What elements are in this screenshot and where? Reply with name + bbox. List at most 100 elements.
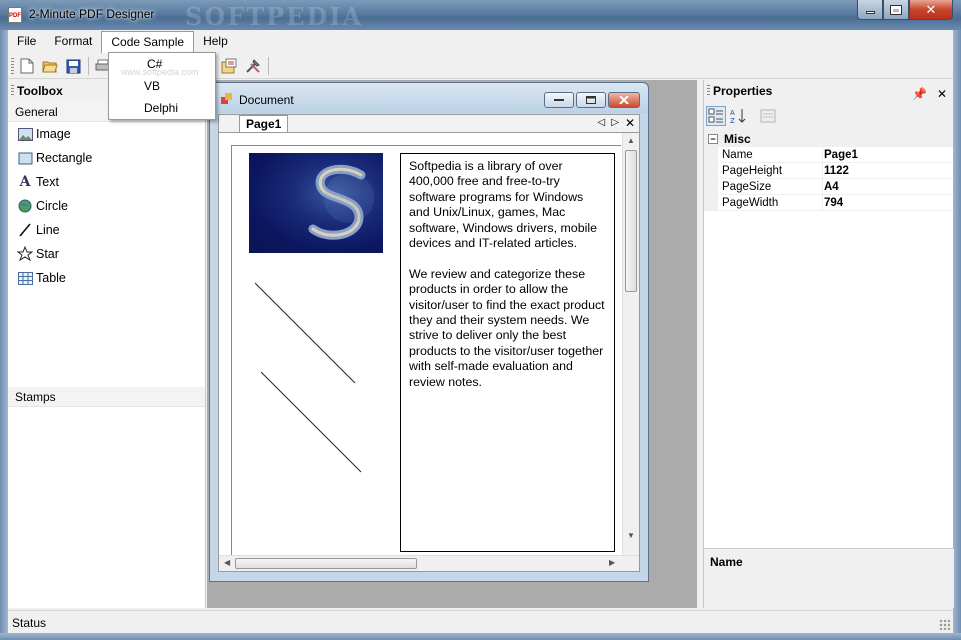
scroll-down-icon[interactable]: ▼ (627, 531, 635, 540)
tool-label: Text (36, 175, 59, 189)
window-frame-right (953, 30, 961, 640)
dropdown-item-delphi[interactable]: Delphi (144, 101, 178, 115)
tool-star[interactable]: Star (8, 242, 205, 266)
property-description-pane: Name (704, 548, 954, 608)
document-maximize-button[interactable] (576, 92, 606, 108)
panel-grip[interactable] (11, 85, 14, 97)
category-misc[interactable]: − Misc (704, 130, 953, 147)
property-value[interactable]: A4 (823, 179, 839, 194)
close-button[interactable]: ✕ (909, 0, 953, 20)
property-row-name[interactable]: Name Page1 (704, 147, 953, 163)
tools-button[interactable] (244, 57, 262, 75)
export-pdf-icon (221, 58, 237, 74)
save-icon (66, 59, 80, 73)
toolbar-separator (268, 57, 269, 75)
tool-line[interactable]: Line (8, 218, 205, 242)
pdf-page[interactable]: Softpedia is a library of over 400,000 f… (231, 145, 621, 557)
maximize-icon (586, 96, 596, 104)
page-tabstrip: Page1 ◁ ▷ ✕ (218, 114, 640, 132)
text-paragraph: We review and categorize these products … (409, 266, 605, 389)
collapse-icon[interactable]: − (708, 133, 718, 144)
window-title: 2-Minute PDF Designer (29, 7, 155, 21)
image-icon (17, 126, 33, 142)
sort-alpha-icon: AZ (730, 109, 746, 125)
export-button[interactable] (220, 57, 238, 75)
toolbox-title: Toolbox (17, 84, 63, 98)
minimize-icon (554, 99, 564, 101)
resize-grip-icon[interactable] (939, 619, 950, 630)
property-name: PageSize (704, 179, 823, 194)
document-title-bar[interactable]: Document (210, 83, 648, 113)
new-button[interactable] (18, 57, 36, 75)
toolbar-grip[interactable] (11, 58, 14, 74)
tool-label: Star (36, 247, 59, 261)
table-icon (17, 270, 33, 286)
window-frame-left (0, 30, 8, 640)
document-title: Document (239, 93, 294, 107)
tool-label: Image (36, 127, 71, 141)
design-canvas[interactable]: Softpedia is a library of over 400,000 f… (218, 132, 640, 572)
tool-table[interactable]: Table (8, 266, 205, 290)
minimize-button[interactable] (857, 0, 883, 20)
scroll-right-icon[interactable]: ▶ (609, 558, 615, 567)
text-paragraph: Softpedia is a library of over 400,000 f… (409, 159, 597, 251)
horizontal-scroll-thumb[interactable] (235, 558, 417, 569)
property-value[interactable]: 794 (823, 195, 843, 210)
tab-close-icon[interactable]: ✕ (625, 116, 635, 130)
dropdown-item-csharp[interactable]: C# (147, 57, 162, 71)
vertical-scrollbar[interactable]: ▲ ▼ (622, 133, 639, 556)
menu-code-sample[interactable]: Code Sample (101, 31, 195, 53)
open-button[interactable] (41, 57, 59, 75)
alphabetical-button[interactable]: AZ (729, 106, 749, 126)
svg-text:Z: Z (730, 117, 735, 125)
toolbar-separator (88, 57, 89, 75)
dropdown-item-vb[interactable]: VB (144, 79, 160, 93)
property-row-pageheight[interactable]: PageHeight 1122 (704, 163, 953, 179)
page-image[interactable] (249, 153, 383, 253)
horizontal-scrollbar[interactable]: ◀ ▶ (219, 555, 639, 571)
maximize-icon (890, 4, 902, 15)
tool-text[interactable]: A Text (8, 170, 205, 194)
property-value[interactable]: 1122 (823, 163, 849, 178)
description-title: Name (710, 555, 743, 569)
menu-format[interactable]: Format (45, 31, 101, 52)
status-text: Status (12, 616, 47, 630)
property-value[interactable]: Page1 (823, 147, 858, 162)
document-icon (221, 93, 233, 108)
close-icon: ✕ (925, 1, 937, 17)
circle-icon (17, 198, 33, 214)
vertical-scroll-thumb[interactable] (625, 150, 637, 292)
close-icon (619, 96, 629, 104)
page-text-box[interactable]: Softpedia is a library of over 400,000 f… (400, 153, 615, 552)
document-close-button[interactable] (608, 92, 640, 108)
save-button[interactable] (64, 57, 82, 75)
property-pages-button[interactable] (758, 106, 778, 126)
tab-next-icon[interactable]: ▷ (611, 116, 619, 130)
document-minimize-button[interactable] (544, 92, 574, 108)
scroll-left-icon[interactable]: ◀ (224, 558, 230, 567)
menu-file[interactable]: File (8, 31, 45, 52)
property-name: Name (704, 147, 823, 162)
scroll-up-icon[interactable]: ▲ (627, 136, 635, 145)
maximize-button[interactable] (883, 0, 909, 20)
properties-title: Properties (713, 84, 773, 98)
tab-page1[interactable]: Page1 (239, 115, 289, 132)
svg-text:A: A (730, 109, 735, 117)
property-row-pagesize[interactable]: PageSize A4 (704, 179, 953, 195)
menu-help[interactable]: Help (194, 31, 237, 52)
property-row-pagewidth[interactable]: PageWidth 794 (704, 195, 953, 211)
open-folder-icon (42, 61, 58, 73)
tool-rectangle[interactable]: Rectangle (8, 146, 205, 170)
tool-image[interactable]: Image (8, 122, 205, 146)
panel-grip[interactable] (707, 85, 710, 97)
tools-icon (246, 59, 260, 73)
tool-circle[interactable]: Circle (8, 194, 205, 218)
page-line-shapes[interactable] (252, 281, 362, 481)
tab-prev-icon[interactable]: ◁ (598, 116, 606, 130)
text-icon: A (19, 174, 31, 190)
categorized-button[interactable] (706, 106, 726, 126)
tool-label: Rectangle (36, 151, 93, 165)
property-name: PageWidth (704, 195, 823, 210)
toolbox-group-stamps[interactable]: Stamps (8, 387, 205, 407)
categorized-icon (708, 108, 723, 123)
